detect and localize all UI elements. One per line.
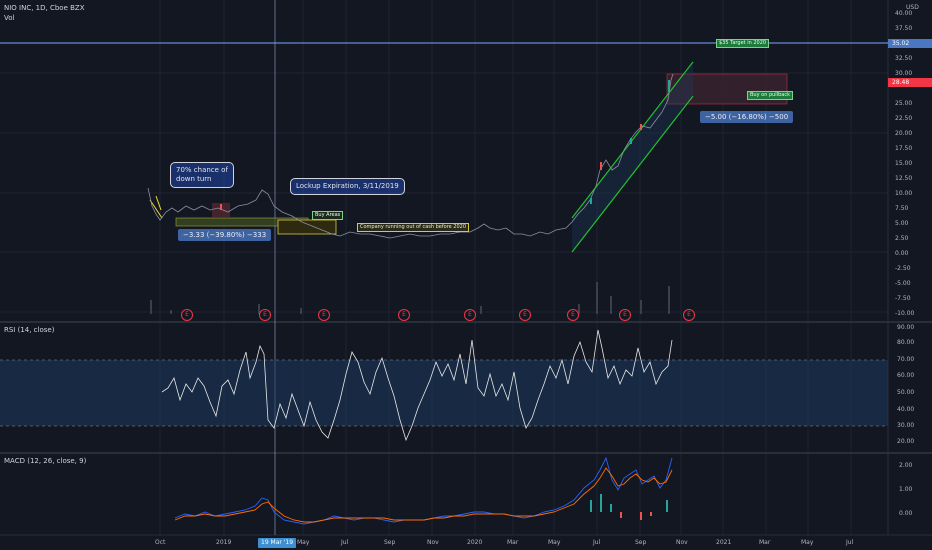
target-price-tag: 35.02 bbox=[888, 39, 932, 48]
price-tick: 7.50 bbox=[895, 205, 909, 212]
rsi-tick: 20.00 bbox=[897, 438, 915, 445]
price-tick: 10.00 bbox=[895, 190, 913, 197]
time-tick: Mar bbox=[507, 539, 519, 546]
price-tick: 22.50 bbox=[895, 115, 913, 122]
rsi-tick: 80.00 bbox=[897, 339, 915, 346]
earnings-marker-icon[interactable]: E bbox=[181, 309, 193, 321]
earnings-marker-icon[interactable]: E bbox=[398, 309, 410, 321]
cash-note-label[interactable]: Company running out of cash before 2020 bbox=[357, 223, 470, 232]
rsi-tick: 90.00 bbox=[897, 324, 915, 331]
target-note-label[interactable]: $35 Target in 2020 bbox=[716, 39, 770, 48]
price-tick: -10.00 bbox=[895, 310, 915, 317]
measure-right-label: −5.00 (−16.80%) −500 bbox=[700, 111, 794, 123]
buy-areas-label[interactable]: Buy Areas bbox=[312, 211, 344, 220]
price-tick: 5.00 bbox=[895, 220, 909, 227]
chance-callout[interactable]: 70% chance of down turn bbox=[170, 162, 234, 188]
time-tick: Mar bbox=[759, 539, 771, 546]
earnings-marker-icon[interactable]: E bbox=[519, 309, 531, 321]
macd-tick: 1.00 bbox=[899, 486, 913, 493]
time-tick: Jul bbox=[846, 539, 854, 546]
price-tick: 2.50 bbox=[895, 235, 909, 242]
time-tick: Sep bbox=[384, 539, 396, 546]
time-tick: Oct bbox=[155, 539, 166, 546]
price-tick: 25.00 bbox=[895, 100, 913, 107]
time-tick: 2019 bbox=[216, 539, 232, 546]
rsi-tick: 40.00 bbox=[897, 406, 915, 413]
time-tick: May bbox=[801, 539, 814, 546]
macd-label[interactable]: MACD (12, 26, close, 9) bbox=[4, 457, 86, 465]
earnings-marker-icon[interactable]: E bbox=[318, 309, 330, 321]
time-tick: Jul bbox=[593, 539, 601, 546]
price-tick: 20.00 bbox=[895, 130, 913, 137]
time-tick: Jul bbox=[341, 539, 349, 546]
pullback-note-label[interactable]: Buy on pullback bbox=[747, 91, 793, 100]
earnings-marker-icon[interactable]: E bbox=[567, 309, 579, 321]
lockup-callout[interactable]: Lockup Expiration, 3/11/2019 bbox=[290, 178, 405, 195]
rsi-label[interactable]: RSI (14, close) bbox=[4, 326, 54, 334]
chart-canvas[interactable] bbox=[0, 0, 932, 550]
macd-tick: 2.00 bbox=[899, 462, 913, 469]
price-tick: -2.50 bbox=[895, 265, 911, 272]
price-tick: 0.00 bbox=[895, 250, 909, 257]
time-tick: 2020 bbox=[467, 539, 483, 546]
time-tick: Nov bbox=[676, 539, 688, 546]
earnings-marker-icon[interactable]: E bbox=[619, 309, 631, 321]
time-tick: Nov bbox=[427, 539, 439, 546]
price-tick: -7.50 bbox=[895, 295, 911, 302]
rsi-tick: 60.00 bbox=[897, 372, 915, 379]
time-axis[interactable]: Oct 2019 May Jul Sep Nov 2020 Mar May Ju… bbox=[0, 539, 888, 549]
measure-left-label: −3.33 (−39.80%) −333 bbox=[178, 229, 272, 241]
rsi-tick: 70.00 bbox=[897, 356, 915, 363]
price-tick: -5.00 bbox=[895, 280, 911, 287]
price-tick: 15.00 bbox=[895, 160, 913, 167]
rsi-tick: 30.00 bbox=[897, 422, 915, 429]
price-tick: 37.50 bbox=[895, 25, 913, 32]
time-tick: May bbox=[548, 539, 561, 546]
price-tick: 40.00 bbox=[895, 10, 913, 17]
macd-tick: 0.00 bbox=[899, 510, 913, 517]
earnings-marker-icon[interactable]: E bbox=[464, 309, 476, 321]
earnings-marker-icon[interactable]: E bbox=[259, 309, 271, 321]
price-tick: 12.50 bbox=[895, 175, 913, 182]
price-tick: 17.50 bbox=[895, 145, 913, 152]
time-tick: 2021 bbox=[716, 539, 732, 546]
rsi-tick: 50.00 bbox=[897, 389, 915, 396]
price-tick: 32.50 bbox=[895, 55, 913, 62]
earnings-marker-icon[interactable]: E bbox=[683, 309, 695, 321]
time-tick: Sep bbox=[635, 539, 647, 546]
crosshair-date-badge: 19 Mar '19 bbox=[258, 538, 297, 548]
price-tick: 30.00 bbox=[895, 70, 913, 77]
current-price-tag: 28.48 bbox=[888, 78, 932, 87]
time-tick: May bbox=[297, 539, 310, 546]
